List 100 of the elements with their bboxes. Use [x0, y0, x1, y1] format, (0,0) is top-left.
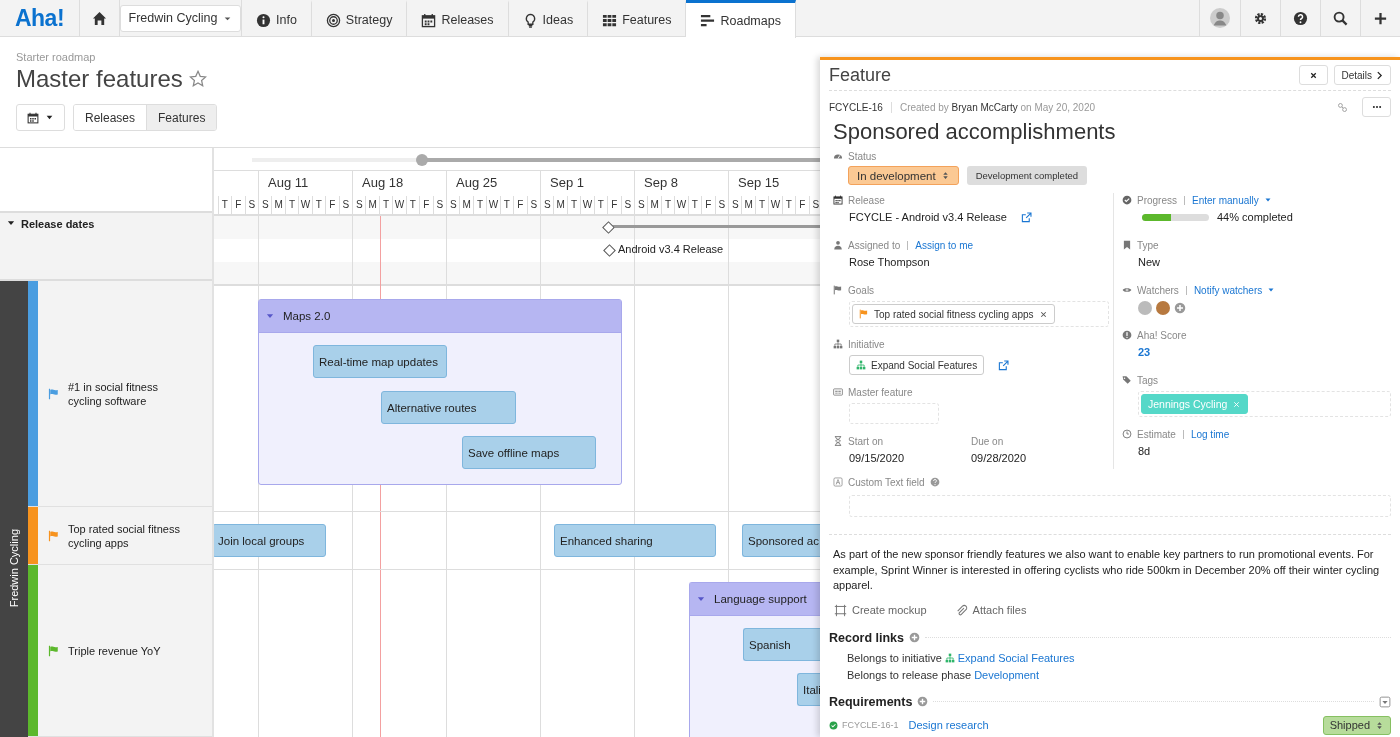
avatar[interactable]: [1138, 301, 1152, 315]
home-icon[interactable]: [92, 10, 107, 26]
eye-icon: [1122, 285, 1132, 295]
target-icon: [325, 12, 341, 28]
add-icon[interactable]: [917, 696, 929, 707]
field-label: Estimate: [1137, 428, 1176, 440]
field-value: FCYCLE - Android v3.4 Release: [849, 211, 1007, 223]
field-label: Goals: [848, 284, 875, 296]
flag-icon: [859, 309, 869, 319]
status-dropdown[interactable]: Shipped: [1322, 715, 1391, 735]
record-link[interactable]: Development: [974, 668, 1039, 681]
feature-bar[interactable]: Itali: [797, 673, 820, 706]
feature-bar[interactable]: Alternative routes: [381, 391, 516, 424]
record-id: FCYCLE-16: [829, 101, 892, 113]
field-value: 8d: [1137, 445, 1152, 457]
group-header[interactable]: Language support: [690, 583, 820, 616]
close-button[interactable]: [1299, 65, 1329, 85]
field-label: Aha! Score: [1137, 329, 1187, 341]
hierarchy-icon: [944, 652, 955, 663]
external-link-icon[interactable]: [998, 359, 1010, 371]
link[interactable]: Assign to me: [915, 239, 974, 251]
details-button[interactable]: Details: [1334, 65, 1391, 85]
add-icon[interactable]: [909, 632, 921, 643]
remove-icon[interactable]: [1038, 309, 1048, 319]
calendar-icon: [833, 195, 843, 205]
field-value: New: [1137, 256, 1161, 268]
slider-handle[interactable]: [416, 154, 429, 166]
progress-text: 44% completed: [1217, 211, 1293, 223]
feature-bar[interactable]: Sponsored ac: [742, 524, 820, 557]
app-logo[interactable]: Aha!: [0, 0, 80, 36]
workspace-dropdown[interactable]: Fredwin Cycling: [119, 4, 242, 32]
avatar-icon[interactable]: [1210, 8, 1230, 28]
master-feature-field[interactable]: [849, 403, 939, 424]
feature-bar[interactable]: Spanish: [743, 628, 820, 661]
milestone-icon: [603, 244, 616, 257]
feature-bar[interactable]: Real-time map updates: [313, 345, 447, 378]
nav-tab[interactable]: Strategy: [311, 0, 408, 37]
add-icon[interactable]: [1174, 302, 1186, 314]
hierarchy-icon: [833, 339, 843, 349]
goal-label: Triple revenue YoY: [67, 643, 162, 658]
star-icon[interactable]: [188, 70, 207, 88]
bars-icon: [700, 13, 716, 28]
nav-tab[interactable]: Releases: [407, 0, 509, 37]
record-link[interactable]: Expand Social Features: [957, 651, 1075, 664]
field-label: Due on: [971, 435, 1004, 447]
goal-chip[interactable]: Top rated social fitness cycling apps: [852, 304, 1055, 324]
link[interactable]: Log time: [1190, 428, 1230, 440]
field-label: Assigned to: [848, 239, 901, 251]
panel-heading: Feature: [829, 64, 893, 86]
description-text: As part of the new sponsor friendly features we also want to enable key partners to run promotional events. For example, Sprint Winner is interested in offering cyclists who ride 500km in December 20% off their winter cycling apparel.: [829, 534, 1391, 594]
plus-icon[interactable]: [1373, 10, 1388, 26]
field-label: Initiative: [848, 338, 885, 350]
link[interactable]: Notify watchers: [1193, 284, 1263, 296]
caret-icon: [1263, 196, 1272, 204]
settings-icon[interactable]: [1253, 10, 1268, 26]
requirement-link[interactable]: Design research: [908, 719, 1319, 731]
row-label: Release dates: [21, 218, 95, 231]
group-title: Language support: [714, 593, 807, 605]
goals-field[interactable]: Top rated social fitness cycling apps: [849, 301, 1109, 327]
action-button[interactable]: Create mockup: [834, 603, 927, 617]
link-icon[interactable]: [1337, 101, 1348, 113]
view-toggle[interactable]: Features: [146, 105, 217, 130]
link[interactable]: Enter manually: [1192, 194, 1259, 206]
action-button[interactable]: Attach files: [954, 603, 1027, 617]
week-label: Aug 25: [455, 175, 498, 190]
group-title: Maps 2.0: [283, 310, 331, 322]
grid-icon: [602, 12, 618, 28]
custom-text-field[interactable]: [849, 495, 1391, 517]
person-icon: [833, 240, 843, 250]
page-title: Master features: [16, 65, 183, 93]
feature-bar[interactable]: Join local groups: [214, 524, 326, 557]
score-value[interactable]: 23: [1122, 346, 1391, 358]
goal-label: Top rated social fitness cycling apps: [67, 521, 181, 550]
caret-icon: [45, 113, 54, 122]
feature-bar[interactable]: Enhanced sharing: [554, 524, 716, 557]
section-title: Requirements: [829, 694, 913, 709]
caret-icon: [1267, 286, 1276, 294]
status-option[interactable]: In development: [848, 166, 959, 185]
created-by-text: Created by Bryan McCarty on May 20, 2020: [899, 101, 1096, 113]
calendar-icon: [27, 111, 39, 124]
field-value: 09/28/2020: [971, 452, 1028, 464]
nav-tab[interactable]: Info: [242, 0, 312, 37]
more-button[interactable]: [1362, 97, 1391, 117]
avatar[interactable]: [1156, 301, 1170, 315]
external-link-icon[interactable]: [1020, 211, 1032, 223]
initiative-chip[interactable]: Expand Social Features: [849, 355, 985, 375]
collapse-icon[interactable]: [1379, 695, 1391, 708]
week-label: Aug 11: [267, 175, 309, 190]
status-option[interactable]: Development completed: [966, 166, 1088, 185]
help-icon[interactable]: [1293, 10, 1308, 26]
info-icon: [256, 12, 271, 28]
field-label: Tags: [1137, 374, 1159, 386]
feature-bar[interactable]: Save offline maps: [462, 436, 596, 469]
group-header[interactable]: Maps 2.0: [259, 300, 621, 333]
nav-tab[interactable]: Ideas: [508, 0, 589, 37]
nav-tab[interactable]: Roadmaps: [686, 0, 796, 38]
section-title: Record links: [829, 630, 905, 645]
search-icon[interactable]: [1333, 10, 1348, 26]
field-label: Watchers: [1137, 284, 1179, 296]
calendar-dropdown[interactable]: [16, 104, 65, 131]
